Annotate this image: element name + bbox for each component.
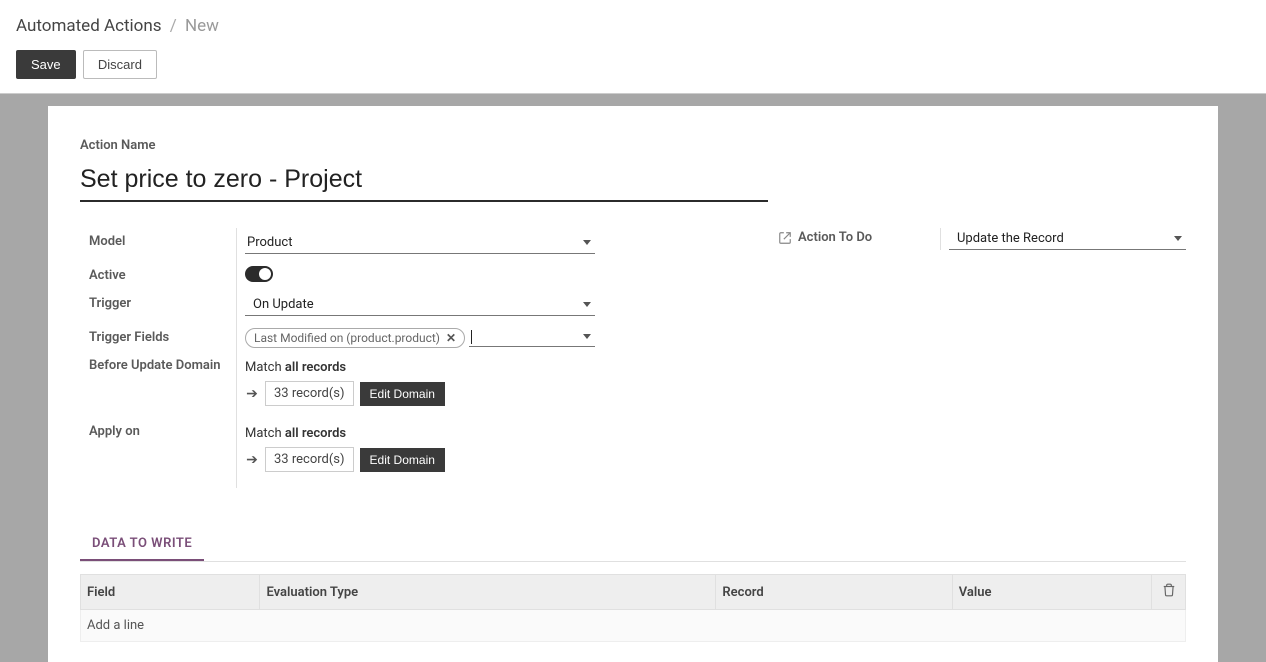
trigger-value: On Update bbox=[253, 297, 314, 312]
breadcrumb-current: New bbox=[185, 16, 219, 36]
arrow-right-icon: ➔ bbox=[245, 386, 259, 402]
external-link-icon[interactable] bbox=[778, 231, 792, 245]
trigger-fields-row: Trigger Fields Last Modified on (product… bbox=[245, 324, 766, 356]
tab-data-to-write[interactable]: DATA TO WRITE bbox=[80, 528, 204, 561]
tag-text: Last Modified on (product.product) bbox=[254, 331, 440, 345]
save-button[interactable]: Save bbox=[16, 50, 76, 79]
col-value[interactable]: Value bbox=[952, 575, 1151, 610]
chevron-down-icon bbox=[583, 240, 591, 245]
apply-on-row: Apply on Match all records ➔ 33 record(s… bbox=[245, 422, 766, 488]
edit-domain-button[interactable]: Edit Domain bbox=[360, 448, 445, 472]
chevron-down-icon bbox=[1174, 236, 1182, 241]
page-header: Automated Actions / New Save Discard bbox=[0, 0, 1266, 94]
model-value: Product bbox=[247, 235, 292, 250]
tabs: DATA TO WRITE bbox=[80, 528, 1186, 562]
content-area: Action Name Model Product Active bbox=[0, 94, 1266, 662]
model-select[interactable]: Product bbox=[245, 232, 595, 254]
tag-remove-icon[interactable]: ✕ bbox=[446, 331, 456, 345]
trigger-fields-label: Trigger Fields bbox=[89, 330, 237, 345]
table-row-addline: Add a line bbox=[81, 610, 1186, 642]
text-cursor bbox=[471, 330, 472, 344]
trigger-label: Trigger bbox=[89, 296, 237, 311]
match-bold: all records bbox=[285, 360, 346, 375]
chevron-down-icon bbox=[583, 302, 591, 307]
table-header-row: Field Evaluation Type Record Value bbox=[81, 575, 1186, 610]
trigger-select[interactable]: On Update bbox=[245, 294, 595, 316]
before-domain-match: Match all records bbox=[245, 360, 766, 375]
trigger-fields-input[interactable] bbox=[469, 329, 595, 347]
action-to-do-select[interactable]: Update the Record bbox=[949, 228, 1186, 250]
match-prefix: Match bbox=[245, 426, 285, 441]
trigger-row: Trigger On Update bbox=[245, 290, 766, 324]
apply-on-records-count[interactable]: 33 record(s) bbox=[265, 447, 354, 472]
trigger-fields-control[interactable]: Last Modified on (product.product) ✕ bbox=[245, 328, 595, 348]
before-records-count[interactable]: 33 record(s) bbox=[265, 381, 354, 406]
action-to-do-label: Action To Do bbox=[798, 230, 872, 245]
apply-on-widgets: ➔ 33 record(s) Edit Domain bbox=[245, 447, 766, 472]
chevron-down-icon bbox=[583, 334, 591, 339]
active-toggle[interactable] bbox=[245, 266, 273, 282]
right-column: Action To Do Update the Record bbox=[778, 228, 1186, 488]
breadcrumb-root[interactable]: Automated Actions bbox=[16, 16, 162, 36]
model-label: Model bbox=[89, 234, 237, 249]
before-domain-widgets: ➔ 33 record(s) Edit Domain bbox=[245, 381, 766, 406]
trash-icon[interactable] bbox=[1162, 583, 1176, 597]
match-prefix: Match bbox=[245, 360, 285, 375]
apply-on-label: Apply on bbox=[89, 424, 237, 439]
col-record[interactable]: Record bbox=[716, 575, 952, 610]
action-to-do-label-wrap: Action To Do bbox=[778, 228, 928, 245]
col-field[interactable]: Field bbox=[81, 575, 260, 610]
match-bold: all records bbox=[285, 426, 346, 441]
action-name-field: Action Name bbox=[80, 138, 1186, 228]
breadcrumb: Automated Actions / New bbox=[16, 16, 1250, 36]
trigger-field-tag[interactable]: Last Modified on (product.product) ✕ bbox=[245, 328, 465, 348]
action-name-input[interactable] bbox=[80, 159, 768, 202]
toggle-knob bbox=[259, 268, 271, 280]
left-column: Model Product Active Trigger On Updat bbox=[236, 228, 766, 488]
add-a-line[interactable]: Add a line bbox=[81, 610, 1186, 642]
discard-button[interactable]: Discard bbox=[83, 50, 157, 79]
breadcrumb-separator: / bbox=[170, 16, 177, 36]
col-actions bbox=[1152, 575, 1186, 610]
action-name-label: Action Name bbox=[80, 138, 1186, 153]
header-actions: Save Discard bbox=[16, 50, 1250, 79]
arrow-right-icon: ➔ bbox=[245, 452, 259, 468]
col-evaluation-type[interactable]: Evaluation Type bbox=[260, 575, 716, 610]
model-row: Model Product bbox=[245, 228, 766, 262]
before-update-domain-row: Before Update Domain Match all records ➔… bbox=[245, 356, 766, 422]
form-card: Action Name Model Product Active bbox=[48, 106, 1218, 662]
action-to-do-select-wrap: Update the Record bbox=[940, 228, 1186, 250]
data-to-write-table: Field Evaluation Type Record Value Add a… bbox=[80, 574, 1186, 642]
active-label: Active bbox=[89, 268, 237, 283]
form-columns: Model Product Active Trigger On Updat bbox=[80, 228, 1186, 488]
apply-on-match: Match all records bbox=[245, 426, 766, 441]
action-to-do-value: Update the Record bbox=[957, 231, 1064, 246]
edit-domain-button[interactable]: Edit Domain bbox=[360, 382, 445, 406]
before-update-domain-label: Before Update Domain bbox=[89, 358, 237, 373]
active-row: Active bbox=[245, 262, 766, 290]
